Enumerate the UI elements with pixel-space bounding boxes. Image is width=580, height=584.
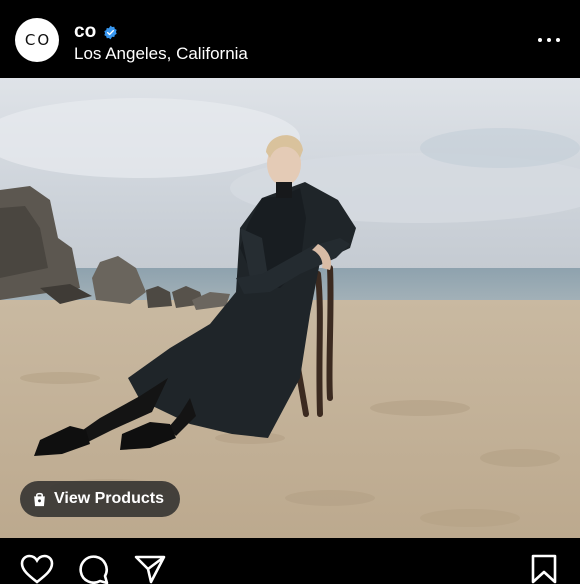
verified-badge-icon	[104, 25, 117, 39]
dot	[547, 38, 551, 42]
view-products-label: View Products	[54, 490, 164, 507]
shopping-bag-icon	[34, 492, 45, 507]
view-products-button[interactable]: View Products	[20, 481, 180, 517]
avatar[interactable]: CO	[15, 18, 59, 62]
dot	[556, 38, 560, 42]
avatar-text: CO	[24, 31, 52, 49]
username-row: co	[74, 21, 118, 43]
dot	[538, 38, 542, 42]
action-bar	[0, 538, 580, 584]
username[interactable]: co	[74, 21, 96, 43]
beach-photo-illustration	[0, 78, 580, 538]
post-location[interactable]: Los Angeles, California	[74, 44, 248, 64]
post-header: CO co Los Angeles, California	[0, 0, 580, 78]
more-horizontal-icon[interactable]	[538, 30, 560, 50]
post-image[interactable]	[0, 78, 580, 538]
